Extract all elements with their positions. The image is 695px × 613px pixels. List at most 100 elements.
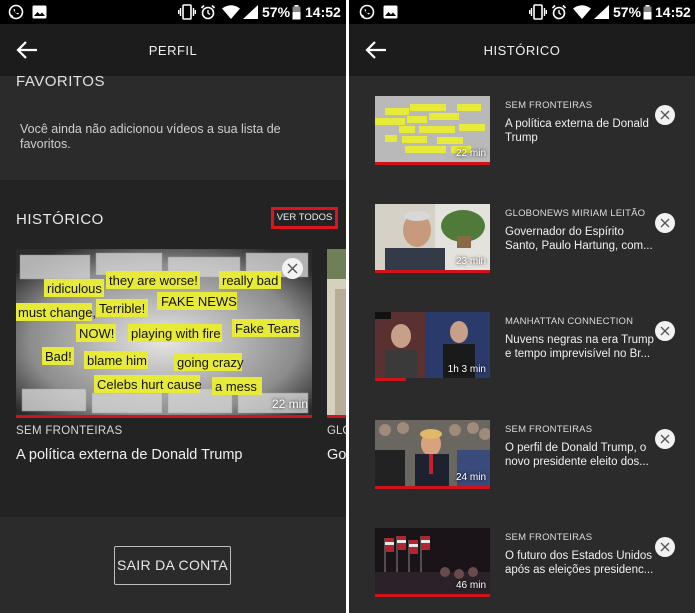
video-duration: 23 min xyxy=(455,256,486,267)
thumb-word: going crazy xyxy=(177,355,244,370)
battery-icon xyxy=(292,5,301,20)
video-duration: 46 min xyxy=(455,580,486,591)
thumb-word: Celebs hurt cause xyxy=(97,377,202,392)
thumbnail-image: they are worse! really bad ridiculous FA… xyxy=(16,249,312,415)
video-thumbnail[interactable]: they are worse! really bad ridiculous FA… xyxy=(16,249,312,415)
remove-from-history-button[interactable] xyxy=(655,105,675,125)
video-title[interactable]: A política externa de Donald Trump xyxy=(505,117,655,145)
vibrate-icon xyxy=(529,4,547,20)
watch-progress-bar xyxy=(375,378,407,381)
thumb-word: Bad! xyxy=(45,349,72,364)
video-duration: 22 min xyxy=(271,397,308,411)
video-duration: 24 min xyxy=(455,472,486,483)
video-title[interactable]: O perfil de Donald Trump, o novo preside… xyxy=(505,441,655,469)
watch-progress-bar xyxy=(16,415,312,418)
video-show-name: SEM FRONTEIRAS xyxy=(505,100,593,111)
battery-percentage: 57% xyxy=(613,4,642,20)
thumb-word: must change, xyxy=(18,305,96,320)
watch-progress-bar xyxy=(375,162,490,165)
history-item[interactable]: 46 min SEM FRONTEIRAS O futuro dos Estad… xyxy=(349,528,695,613)
video-thumbnail[interactable] xyxy=(327,249,346,415)
video-title[interactable]: A política externa de Donald Trump xyxy=(16,447,243,463)
alarm-icon xyxy=(200,4,216,20)
history-item[interactable]: 1h 3 min MANHATTAN CONNECTION Nuvens neg… xyxy=(349,312,695,420)
history-title: HISTÓRICO xyxy=(16,211,104,228)
status-bar: 57% 14:52 xyxy=(349,0,695,24)
thumb-word: blame him xyxy=(87,353,147,368)
thumb-word: Fake Tears xyxy=(235,321,300,336)
thumbnail-image xyxy=(327,249,346,415)
close-icon xyxy=(660,542,670,552)
video-show-name: SEM FRONTEIRAS xyxy=(16,425,123,437)
watch-progress-bar xyxy=(375,594,490,597)
watch-progress-bar xyxy=(327,415,346,418)
close-icon xyxy=(660,218,670,228)
remove-from-history-button[interactable] xyxy=(655,537,675,557)
thumb-word: FAKE NEWS xyxy=(161,294,237,309)
app-bar: HISTÓRICO xyxy=(349,24,695,76)
favorites-empty-message: Você ainda não adicionou vídeos a sua li… xyxy=(20,122,281,151)
status-bar: 57% 14:52 xyxy=(0,0,346,24)
page-title: HISTÓRICO xyxy=(483,43,561,58)
see-all-button[interactable]: VER TODOS xyxy=(271,207,338,229)
remove-from-history-button[interactable] xyxy=(282,258,303,279)
profile-screen: 57% 14:52 PERFIL FAVORITOS Você ainda nã… xyxy=(0,0,346,613)
history-item[interactable]: 23 min GLOBONEWS MIRIAM LEITÃO Governado… xyxy=(349,204,695,312)
watch-progress-bar xyxy=(375,486,490,489)
video-show-name: GLOBONEWS MIRIAM LEITÃO xyxy=(505,208,646,219)
video-thumbnail[interactable]: 1h 3 min xyxy=(375,312,490,378)
video-thumbnail[interactable]: 22 min xyxy=(375,96,490,162)
thumb-word: they are worse! xyxy=(109,273,198,288)
clock: 14:52 xyxy=(655,4,691,20)
whatsapp-icon xyxy=(8,4,24,20)
battery-percentage: 57% xyxy=(262,4,291,20)
thumb-word: playing with fire xyxy=(131,326,221,341)
history-section: HISTÓRICO VER TODOS they are worse! real… xyxy=(0,180,346,517)
vibrate-icon xyxy=(178,4,196,20)
video-title[interactable]: Governador do Espírito Santo, Paulo Hart… xyxy=(505,225,655,253)
video-title[interactable]: O futuro dos Estados Unidos após as elei… xyxy=(505,549,655,577)
page-title: PERFIL xyxy=(148,43,198,58)
logout-button[interactable]: SAIR DA CONTA xyxy=(114,546,231,585)
history-list: 22 min SEM FRONTEIRAS A política externa… xyxy=(349,76,695,613)
history-item[interactable]: 22 min SEM FRONTEIRAS A política externa… xyxy=(349,96,695,204)
signal-icon xyxy=(594,5,609,19)
remove-from-history-button[interactable] xyxy=(655,321,675,341)
video-title[interactable]: Go xyxy=(327,447,346,463)
video-title[interactable]: Nuvens negras na era Trump e tempo impre… xyxy=(505,333,655,361)
wifi-icon xyxy=(222,5,240,19)
video-duration: 22 min xyxy=(455,148,486,159)
app-bar: PERFIL xyxy=(0,24,346,76)
video-show-name: MANHATTAN CONNECTION xyxy=(505,316,634,327)
image-icon xyxy=(383,5,398,19)
watch-progress-bar xyxy=(375,270,490,273)
video-thumbnail[interactable]: 46 min xyxy=(375,528,490,594)
history-item[interactable]: 24 min SEM FRONTEIRAS O perfil de Donald… xyxy=(349,420,695,528)
video-thumbnail[interactable]: 23 min xyxy=(375,204,490,270)
thumb-word: NOW! xyxy=(79,326,114,341)
thumb-word: Terrible! xyxy=(99,301,145,316)
favorites-section: FAVORITOS Você ainda não adicionou vídeo… xyxy=(0,73,346,180)
image-icon xyxy=(32,5,47,19)
thumb-word: a mess xyxy=(215,379,257,394)
remove-from-history-button[interactable] xyxy=(655,429,675,449)
wifi-icon xyxy=(573,5,591,19)
close-icon xyxy=(287,263,298,274)
video-show-name: SEM FRONTEIRAS xyxy=(505,532,593,543)
history-screen: 57% 14:52 HISTÓRICO 22 min SEM FRONTEIRA… xyxy=(349,0,695,613)
signal-icon xyxy=(243,5,258,19)
thumb-word: really bad xyxy=(222,273,278,288)
favorites-title: FAVORITOS xyxy=(16,73,105,90)
clock: 14:52 xyxy=(305,4,341,20)
close-icon xyxy=(660,326,670,336)
remove-from-history-button[interactable] xyxy=(655,213,675,233)
video-show-name: SEM FRONTEIRAS xyxy=(505,424,593,435)
battery-icon xyxy=(643,5,652,20)
alarm-icon xyxy=(551,4,567,20)
whatsapp-icon xyxy=(359,4,375,20)
close-icon xyxy=(660,110,670,120)
video-thumbnail[interactable]: 24 min xyxy=(375,420,490,486)
video-show-name: GLO xyxy=(327,425,346,437)
video-duration: 1h 3 min xyxy=(447,364,486,375)
logout-area: SAIR DA CONTA xyxy=(0,517,346,613)
